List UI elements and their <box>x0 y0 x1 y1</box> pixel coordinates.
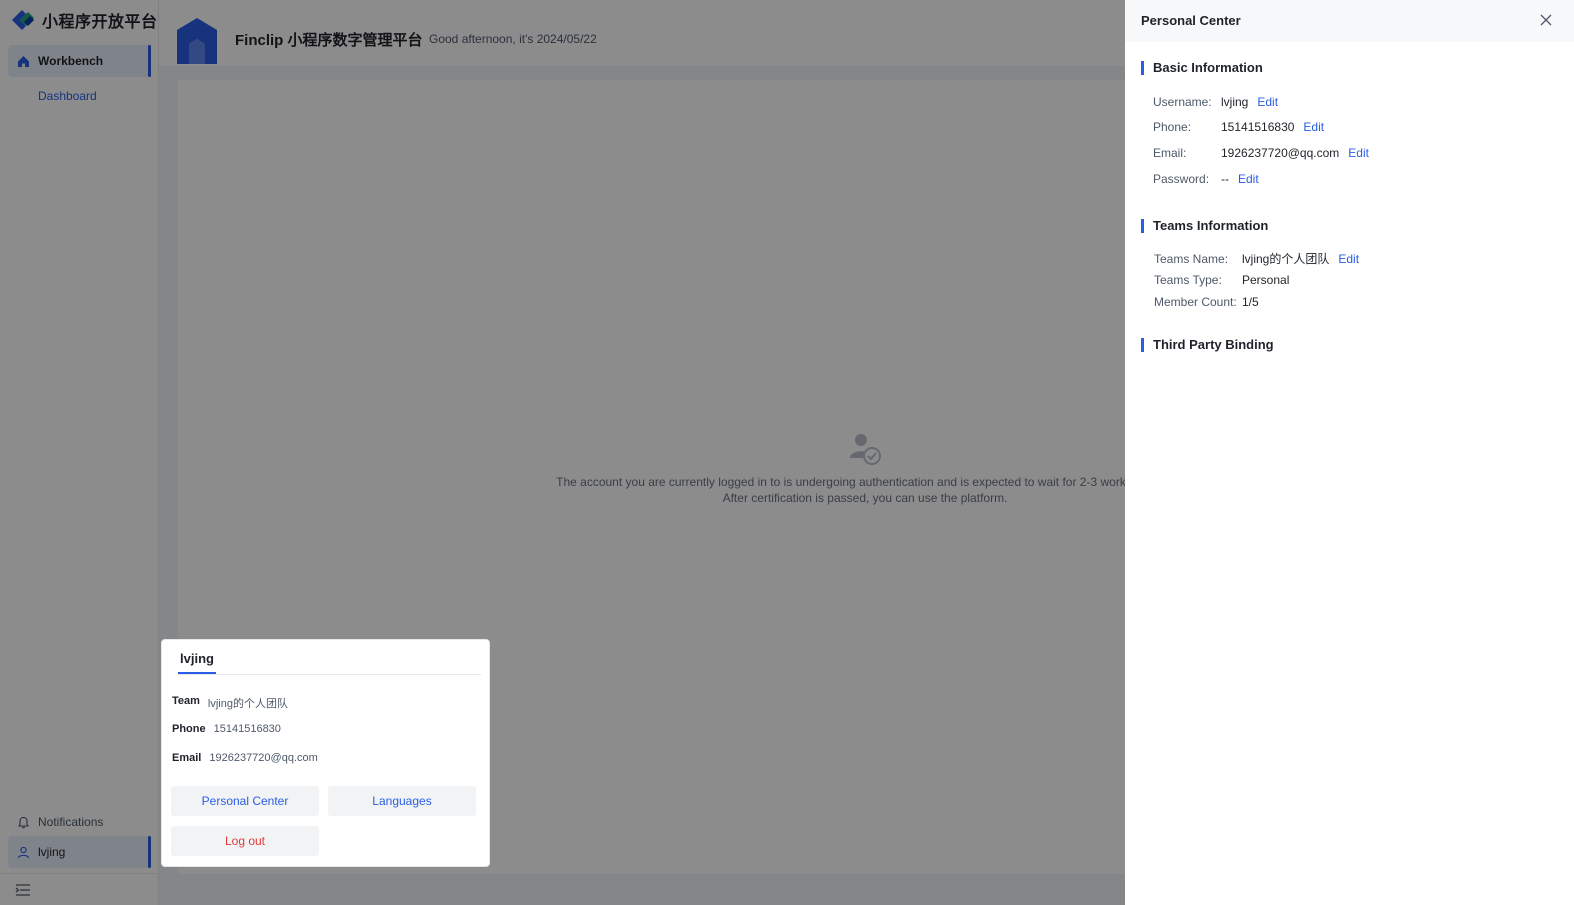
divider <box>178 674 481 675</box>
email-label: Email <box>172 752 202 764</box>
phone-row: Phone: 15141516830 Edit <box>1153 120 1324 134</box>
teams-name-label: Teams Name: <box>1154 251 1229 266</box>
team-label: Team <box>172 695 200 707</box>
edit-phone-link[interactable]: Edit <box>1303 120 1324 134</box>
username-value: lvjing <box>1221 95 1249 109</box>
teams-name-value: lvjing的个人团队 <box>1242 252 1330 266</box>
teams-type-label: Teams Type: <box>1154 273 1222 287</box>
password-label: Password: <box>1153 172 1210 186</box>
section-teams-info: Teams Information <box>1141 218 1268 233</box>
username-label: Username: <box>1153 95 1212 109</box>
email-label: Email: <box>1153 146 1187 160</box>
personal-center-button[interactable]: Personal Center <box>171 786 319 816</box>
teams-type-value: Personal <box>1242 273 1290 287</box>
languages-button[interactable]: Languages <box>328 786 476 816</box>
teams-type-row: Teams Type: Personal <box>1154 273 1289 287</box>
personal-center-drawer: Personal Center Basic Information Userna… <box>1125 0 1574 905</box>
section-basic-info: Basic Information <box>1141 60 1263 75</box>
popup-email-row: Email 1926237720@qq.com <box>172 752 318 764</box>
drawer-title: Personal Center <box>1141 13 1241 28</box>
phone-label: Phone <box>172 723 206 735</box>
drawer-header: Personal Center <box>1125 0 1574 42</box>
edit-username-link[interactable]: Edit <box>1257 95 1278 109</box>
teams-name-row: Teams Name: lvjing的个人团队 Edit <box>1154 250 1359 267</box>
password-row: Password: -- Edit <box>1153 172 1259 186</box>
edit-email-link[interactable]: Edit <box>1348 146 1369 160</box>
phone-value: 15141516830 <box>213 723 281 735</box>
email-value: 1926237720@qq.com <box>209 752 318 764</box>
phone-value: 15141516830 <box>1221 120 1295 134</box>
close-icon[interactable] <box>1539 13 1553 27</box>
member-count-row: Member Count: 1/5 <box>1154 295 1259 309</box>
edit-teams-name-link[interactable]: Edit <box>1338 252 1359 266</box>
section-third-party-binding: Third Party Binding <box>1141 337 1274 352</box>
popup-team-row: Team lvjing的个人团队 <box>172 695 288 711</box>
member-count-label: Member Count: <box>1154 295 1237 309</box>
username-row: Username: lvjing Edit <box>1153 95 1278 109</box>
team-value: lvjing的个人团队 <box>207 698 288 710</box>
edit-password-link[interactable]: Edit <box>1238 172 1259 186</box>
phone-label: Phone: <box>1153 120 1192 134</box>
password-value: -- <box>1221 172 1229 186</box>
logout-button[interactable]: Log out <box>171 826 319 856</box>
email-row: Email: 1926237720@qq.com Edit <box>1153 146 1369 160</box>
member-count-value: 1/5 <box>1242 295 1259 309</box>
user-popup: lvjing Team lvjing的个人团队 Phone 1514151683… <box>161 639 490 867</box>
popup-tab-user[interactable]: lvjing <box>180 651 214 666</box>
popup-phone-row: Phone 15141516830 <box>172 723 281 735</box>
email-value: 1926237720@qq.com <box>1221 146 1340 160</box>
tab-indicator <box>178 672 216 674</box>
